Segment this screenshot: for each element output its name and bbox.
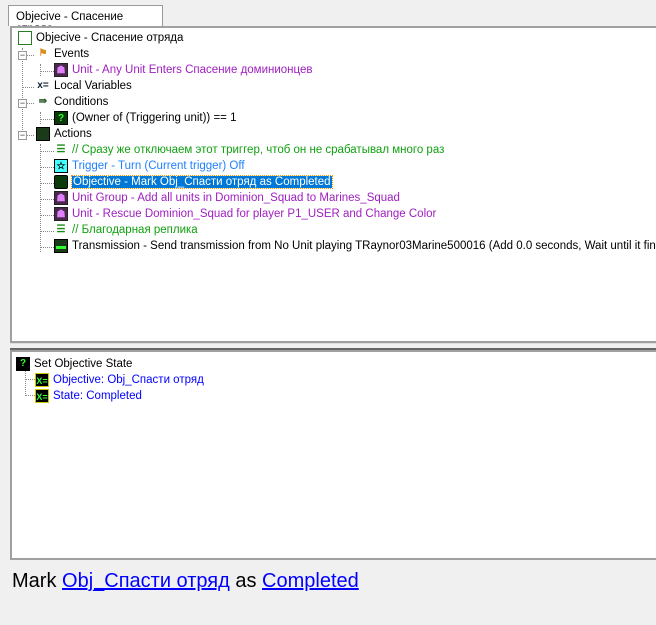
action-comment[interactable]: ☰// Благодарная реплика	[54, 222, 198, 238]
unit-icon: ☗	[54, 63, 68, 77]
speech-bubble-icon: ▬	[54, 239, 68, 253]
parameter-icon: X=	[35, 373, 49, 387]
question-icon: ?	[16, 357, 30, 371]
trigger-tree[interactable]: Objecive - Спасение отряда − ⚑ Events ☗ Un…	[10, 26, 656, 343]
collapse-events-toggle[interactable]: −	[18, 51, 27, 60]
parameter-objective[interactable]: X= Objective: Obj_Спасти отряд	[35, 372, 204, 388]
comment-lines-icon: ☰	[56, 144, 66, 155]
parameters-tree[interactable]: ? Set Objective State X= Objective: Obj_Сп…	[10, 350, 656, 560]
objective-icon	[54, 175, 68, 189]
condition-item[interactable]: ? (Owner of (Triggering unit)) == 1	[54, 110, 236, 126]
question-icon: ?	[54, 111, 68, 125]
action-unit-rescue[interactable]: ☗ Unit - Rescue Dominion_Squad for player…	[54, 206, 436, 222]
tree-actions[interactable]: Actions	[36, 126, 92, 142]
collapse-conditions-toggle[interactable]: −	[18, 99, 27, 108]
action-comment[interactable]: ☰// Сразу же отключаем этот триггер, что…	[54, 142, 445, 158]
parameter-state[interactable]: X= State: Completed	[35, 388, 142, 404]
parameter-icon: X=	[35, 389, 49, 403]
tab-objective[interactable]: Objecive - Спасение отряда	[8, 5, 163, 35]
document-icon	[18, 31, 32, 45]
arrow-icon: ⇛	[38, 96, 48, 107]
flag-icon: ⚑	[38, 48, 48, 59]
comment-lines-icon: ☰	[56, 224, 66, 235]
splitter[interactable]	[10, 343, 656, 350]
action-objective[interactable]: Objective - Mark Obj_Спасти отряд as Com…	[54, 174, 333, 190]
description-text: Mark Obj_Спасти отряд as Completed	[12, 570, 359, 592]
state-link[interactable]: Completed	[262, 570, 359, 592]
action-transmission[interactable]: ▬ Transmission - Send transmission from N…	[54, 238, 656, 254]
tree-conditions[interactable]: ⇛ Conditions	[36, 94, 109, 110]
trigger-icon: ☆	[54, 159, 68, 173]
function-root[interactable]: ? Set Objective State	[16, 356, 132, 372]
event-item[interactable]: ☗ Unit - Any Unit Enters Спасение доминио…	[54, 62, 312, 78]
tree-root[interactable]: Objecive - Спасение отряда	[18, 30, 183, 46]
unit-group-icon: ☗	[54, 191, 68, 205]
action-unit-group[interactable]: ☗ Unit Group - Add all units in Dominion_…	[54, 190, 400, 206]
variable-icon: x=	[37, 80, 49, 91]
action-trigger-off[interactable]: ☆ Trigger - Turn (Current trigger) Off	[54, 158, 245, 174]
clapperboard-icon	[36, 127, 50, 141]
collapse-actions-toggle[interactable]: −	[18, 131, 27, 140]
tree-local-variables[interactable]: x= Local Variables	[36, 78, 131, 94]
unit-icon: ☗	[54, 207, 68, 221]
tree-events[interactable]: ⚑ Events	[36, 46, 90, 62]
objective-link[interactable]: Obj_Спасти отряд	[62, 570, 230, 592]
